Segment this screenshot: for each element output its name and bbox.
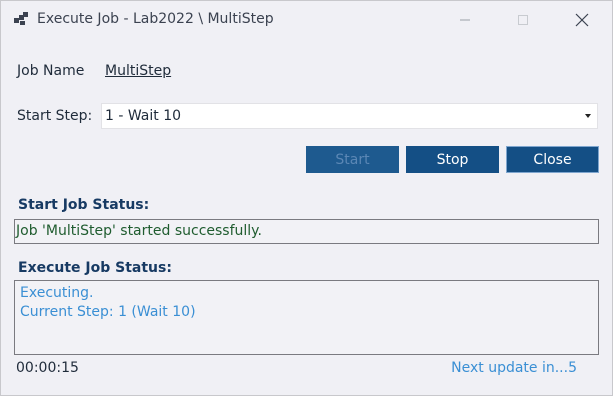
next-update-text: Next update in...5: [451, 360, 577, 376]
minimize-button[interactable]: [442, 1, 488, 39]
chevron-down-icon: [585, 114, 591, 118]
start-job-status-box: Job 'MultiStep' started successfully.: [14, 219, 599, 244]
stop-button[interactable]: Stop: [406, 146, 499, 173]
app-icon: [14, 12, 28, 25]
close-button[interactable]: Close: [506, 146, 599, 173]
execute-job-window: Execute Job - Lab2022 \ MultiStep Job Na…: [0, 0, 613, 396]
elapsed-time: 00:00:15: [16, 360, 79, 376]
execute-status-line: Current Step: 1 (Wait 10): [20, 304, 196, 320]
job-name-label: Job Name: [17, 63, 85, 79]
window-title: Execute Job - Lab2022 \ MultiStep: [37, 11, 274, 27]
start-step-select[interactable]: 1 - Wait 10: [101, 103, 598, 129]
close-icon: [575, 13, 589, 27]
title-bar: Execute Job - Lab2022 \ MultiStep: [1, 1, 612, 39]
execute-job-status-box: Executing. Current Step: 1 (Wait 10): [14, 280, 599, 355]
close-window-button[interactable]: [559, 1, 605, 39]
minimize-icon: [460, 19, 470, 21]
start-step-value: 1 - Wait 10: [105, 108, 182, 124]
execute-job-status-heading: Execute Job Status:: [18, 260, 172, 276]
maximize-icon: [518, 15, 528, 25]
job-name-link[interactable]: MultiStep: [105, 63, 171, 79]
start-button[interactable]: Start: [306, 146, 399, 173]
maximize-button[interactable]: [500, 1, 546, 39]
execute-status-line: Executing.: [20, 285, 94, 301]
start-job-status-message: Job 'MultiStep' started successfully.: [16, 223, 262, 239]
start-job-status-heading: Start Job Status:: [18, 197, 150, 213]
start-step-label: Start Step:: [17, 108, 93, 124]
